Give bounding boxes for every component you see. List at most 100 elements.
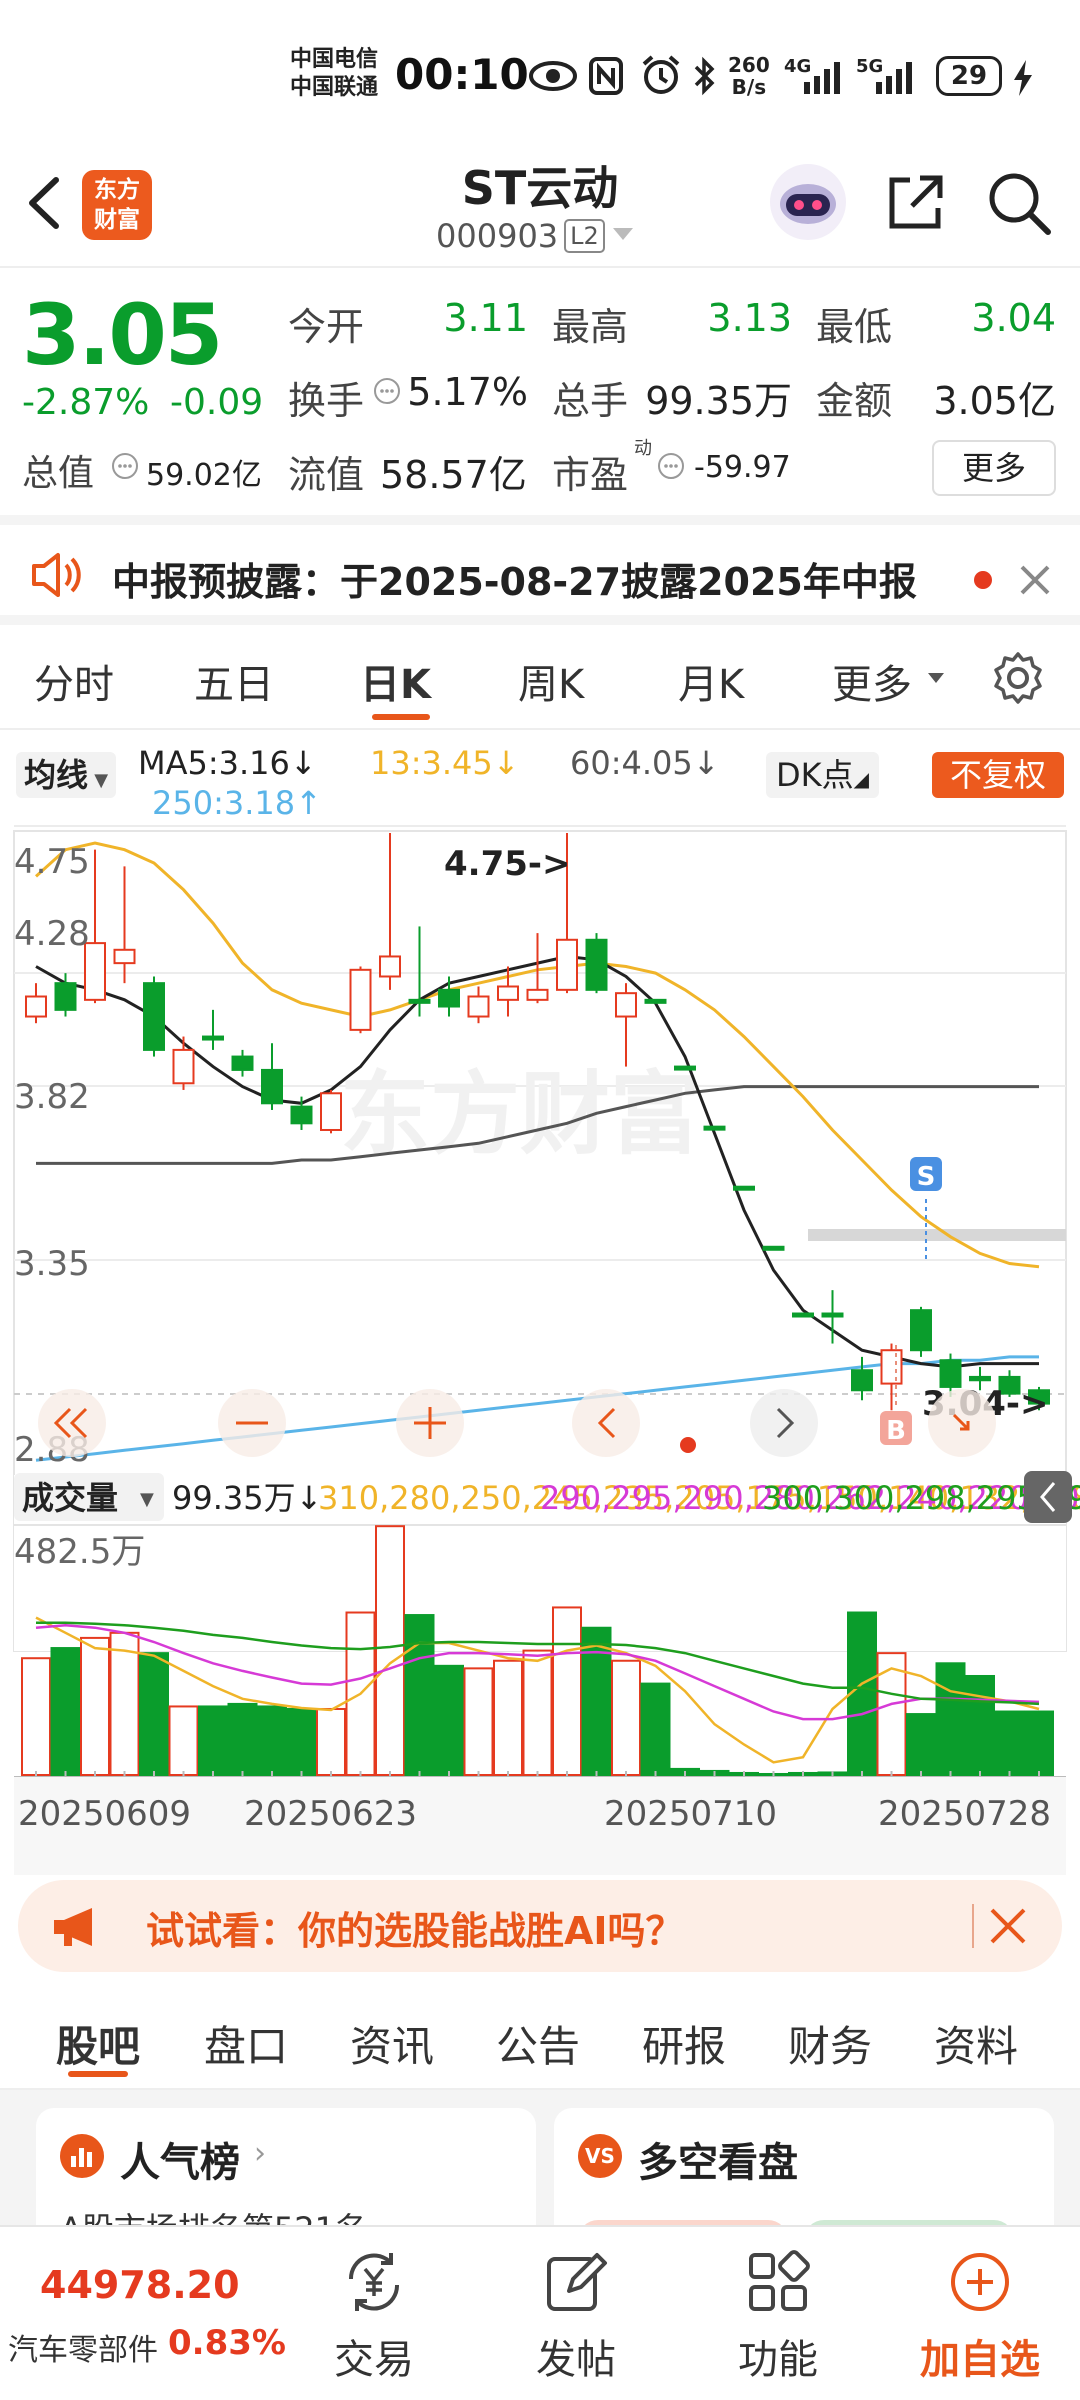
tab-monthly-k[interactable]: 月K xyxy=(678,652,744,710)
promo-banner[interactable]: 试试看：你的选股能战胜AI吗？ xyxy=(18,1880,1062,1972)
volume-bar xyxy=(109,1631,140,1777)
tab-research[interactable]: 研报 xyxy=(642,2013,726,2074)
tab-profile[interactable]: 资料 xyxy=(934,2013,1018,2074)
ma250-value: 250:3.18↑ xyxy=(152,784,322,822)
candle-body xyxy=(910,1309,932,1352)
content-tabs: 股吧 盘口 资讯 公告 研报 财务 资料 xyxy=(0,1985,1080,2090)
tab-weekly-k[interactable]: 周K xyxy=(518,652,584,710)
tab-pankou[interactable]: 盘口 xyxy=(204,2013,288,2074)
nav-functions[interactable]: 功能 xyxy=(678,2227,878,2383)
stock-code-row[interactable]: 000903 L2 xyxy=(436,216,635,256)
candle-body xyxy=(290,1105,313,1125)
tab-daily-k[interactable]: 日K xyxy=(360,652,431,710)
nav-trade[interactable]: 交易 xyxy=(274,2227,474,2383)
candle-body xyxy=(792,1312,814,1318)
volume-current: 99.35万↓ xyxy=(172,1479,322,1517)
volume-bar xyxy=(168,1705,199,1777)
adjust-button[interactable]: 不复权 xyxy=(932,752,1064,798)
candle-body xyxy=(113,948,136,965)
page-dot xyxy=(680,1437,696,1453)
zoom-out-button[interactable] xyxy=(218,1389,286,1457)
sector-index-value[interactable]: 44978.20 xyxy=(40,2263,240,2307)
volume-bar xyxy=(375,1525,405,1776)
close-icon[interactable] xyxy=(988,1906,1028,1950)
tab-financials[interactable]: 财务 xyxy=(788,2013,872,2074)
popularity-title: 人气榜 xyxy=(120,2140,240,2186)
candle-body xyxy=(438,988,460,1008)
edit-icon xyxy=(547,2253,607,2311)
candle-body xyxy=(467,995,490,1018)
settings-icon[interactable] xyxy=(988,648,1048,712)
scroll-left-button[interactable] xyxy=(572,1389,640,1457)
info-icon[interactable] xyxy=(656,451,686,485)
search-icon[interactable] xyxy=(984,168,1054,242)
candle-body xyxy=(25,995,47,1018)
kline-chart[interactable]: 东方财富 4.75 4.28 3.82 3.35 2.88 4.75-> 3.0… xyxy=(0,825,1080,1875)
nav-add-watchlist[interactable]: 加自选 xyxy=(880,2227,1080,2383)
candle-body xyxy=(497,985,519,1001)
dk-point-button[interactable]: DK点◢ xyxy=(766,752,880,798)
quote-panel: 3.05 -2.87% -0.09 今开 3.11 最高 3.13 最低 3.0… xyxy=(0,270,1080,510)
tab-guba[interactable]: 股吧 xyxy=(56,2013,140,2074)
ma-selector[interactable]: 均线 ▼ xyxy=(16,752,117,798)
share-icon[interactable] xyxy=(882,170,948,240)
candle-body xyxy=(733,1185,755,1191)
amount-value: 3.05亿 xyxy=(933,379,1056,423)
close-icon[interactable] xyxy=(1018,563,1052,601)
divider xyxy=(972,1904,974,1948)
sell-marker[interactable]: S xyxy=(910,1157,942,1259)
x-tick-label: 20250728 xyxy=(878,1794,1051,1834)
tab-five-day[interactable]: 五日 xyxy=(194,652,274,710)
tab-announcements[interactable]: 公告 xyxy=(496,2013,580,2074)
collapse-panel-button[interactable] xyxy=(1024,1471,1072,1523)
promo-text: 试试看：你的选股能战胜AI吗？ xyxy=(146,1909,684,1953)
tab-news[interactable]: 资讯 xyxy=(350,2013,434,2074)
tab-more[interactable]: 更多 xyxy=(832,652,912,710)
pe-label: 市盈 xyxy=(552,453,629,497)
jump-start-button[interactable] xyxy=(38,1389,106,1457)
candle-body xyxy=(408,998,431,1004)
chevron-right-icon: › xyxy=(254,2136,266,2171)
volume-bar xyxy=(994,1710,1025,1777)
volume-bar xyxy=(581,1626,612,1776)
candle-body xyxy=(526,988,549,1001)
kline-chart-svg[interactable]: 东方财富 4.75 4.28 3.82 3.35 2.88 4.75-> 3.0… xyxy=(0,825,1080,1875)
more-button[interactable]: 更多 xyxy=(932,440,1056,496)
x-tick-label: 20250609 xyxy=(18,1794,191,1834)
high-annotation: 4.75-> xyxy=(444,844,571,884)
back-button[interactable] xyxy=(22,168,66,242)
bull-bear-title: 多空看盘 xyxy=(638,2140,798,2186)
scroll-right-button[interactable] xyxy=(750,1389,818,1457)
megaphone-icon xyxy=(50,1904,110,1954)
candle-body xyxy=(821,1312,844,1318)
y-tick-label: 3.82 xyxy=(14,1077,90,1117)
candle-body xyxy=(320,1092,342,1131)
candle-body xyxy=(674,1065,696,1071)
candle-body xyxy=(851,1369,873,1392)
alarm-icon xyxy=(640,54,682,100)
volume-bar xyxy=(463,1667,494,1776)
battery-indicator: 29 xyxy=(936,56,1002,96)
high-label: 最高 xyxy=(552,305,629,349)
ai-assistant-icon[interactable] xyxy=(770,164,846,240)
notice-text: 中报预披露：于2025-08-27披露2025年中报 xyxy=(112,560,917,604)
nav-post[interactable]: 发帖 xyxy=(476,2227,676,2383)
active-tab-indicator xyxy=(372,714,430,720)
level-badge: L2 xyxy=(564,219,605,253)
signal-1-icon xyxy=(800,60,848,100)
net-speed-value: 260 xyxy=(728,53,770,77)
zoom-in-button[interactable] xyxy=(396,1389,464,1457)
volume-bar xyxy=(847,1611,877,1776)
volume-bar xyxy=(1024,1710,1054,1777)
volume-bar xyxy=(404,1614,435,1776)
nav-functions-label: 功能 xyxy=(738,2337,818,2383)
jump-end-button[interactable] xyxy=(928,1389,996,1457)
stock-code: 000903 xyxy=(436,217,559,255)
carrier-2: 中国联通 xyxy=(290,75,379,100)
open-value: 3.11 xyxy=(443,296,528,340)
tab-intraday[interactable]: 分时 xyxy=(34,652,114,710)
info-icon[interactable] xyxy=(110,451,140,485)
app-logo: 东方 财富 xyxy=(82,170,152,240)
notice-bar[interactable]: 中报预披露：于2025-08-27披露2025年中报 xyxy=(0,515,1080,625)
yen-exchange-icon xyxy=(348,2253,400,2311)
